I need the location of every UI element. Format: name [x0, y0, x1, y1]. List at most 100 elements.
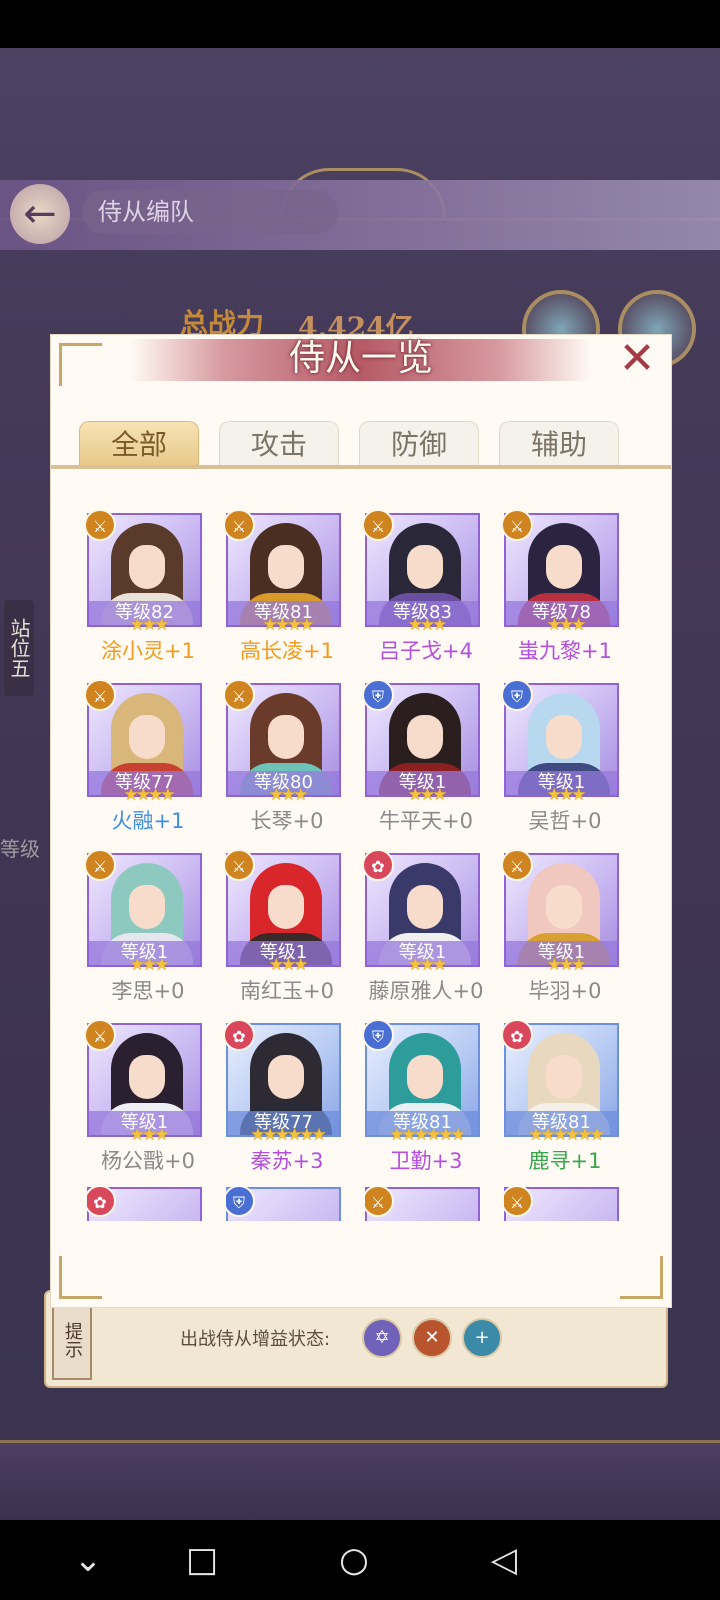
star-rating: ★★★	[129, 615, 170, 635]
portrait-face	[129, 1055, 165, 1099]
servant-name: 火融+1	[111, 809, 185, 833]
servant-list-modal: 侍从一览 ✕ 全部 攻击 防御 辅助 等级82 ⚔ ★★★ 涂小灵+1 等级81 ⚔ ★★★…	[50, 334, 672, 1308]
corner-ornament	[620, 1256, 663, 1299]
triangle-back-icon[interactable]: ◁	[484, 1540, 524, 1580]
star-rating: ★★★	[546, 785, 587, 805]
servant-card[interactable]: 等级1 ⚔ ★★★ 杨公戬+0	[67, 1015, 209, 1185]
portrait-face	[268, 885, 304, 929]
star-rating: ★★★	[546, 615, 587, 635]
servant-name: 南红玉+0	[240, 979, 334, 1003]
servant-card[interactable]: 等级1 ⚔ ★★★ 南红玉+0	[206, 845, 348, 1015]
servant-card[interactable]: 等级82 ⚔ ★★★ 涂小灵+1	[67, 505, 209, 675]
hint-button[interactable]: 提示	[52, 1300, 92, 1380]
crossed-swords-icon[interactable]: ✕	[412, 1318, 452, 1358]
sword-icon: ⚔	[84, 679, 116, 711]
star-rating: ★★★	[407, 785, 448, 805]
portrait-face	[268, 545, 304, 589]
servant-card[interactable]: 等级81 ✿ ★★★★★★ 鹿寻+1	[484, 1015, 626, 1185]
star-rating: ★★★★	[262, 615, 315, 635]
servant-name: 涂小灵+1	[101, 639, 195, 663]
chevron-down-icon[interactable]: ⌄	[68, 1540, 108, 1580]
system-nav-bar: ⌄ □ ○ ◁	[0, 1520, 720, 1600]
servant-name: 牛平天+0	[379, 809, 473, 833]
star-rating: ★★★	[129, 1125, 170, 1145]
close-button[interactable]: ✕	[613, 337, 661, 381]
lotus-icon: ✿	[223, 1019, 255, 1051]
sword-icon: ⚔	[223, 509, 255, 541]
portrait-face	[407, 1055, 443, 1099]
tabs-divider	[51, 465, 671, 469]
servant-card[interactable]: 等级1 ⚔ ★★★ 毕羽+0	[484, 845, 626, 1015]
portrait-face	[546, 1055, 582, 1099]
modal-title: 侍从一览	[288, 338, 433, 379]
shield-icon: ⛨	[501, 679, 533, 711]
magic-circle-icon[interactable]: ✡	[362, 1318, 402, 1358]
sword-icon: ⚔	[84, 849, 116, 881]
sword-icon: ⚔	[223, 849, 255, 881]
servant-card[interactable]: 等级83 ⚔ ★★★ 吕子戈+4	[345, 505, 487, 675]
servant-card[interactable]: 等级78 ⚔ ★★★ 蚩九黎+1	[484, 505, 626, 675]
servant-name: 长琴+0	[250, 809, 324, 833]
servant-name: 鹿寻+1	[528, 1149, 602, 1173]
servant-card-partial[interactable]: ✿	[87, 1187, 202, 1221]
servant-name: 毕羽+0	[528, 979, 602, 1003]
portrait-face	[268, 715, 304, 759]
servant-name: 杨公戬+0	[101, 1149, 195, 1173]
back-arrow-button[interactable]: ←	[10, 184, 70, 244]
servant-card[interactable]: 等级1 ⛨ ★★★ 吴哲+0	[484, 675, 626, 845]
tab-defense[interactable]: 防御	[359, 421, 479, 466]
servant-name: 吕子戈+4	[379, 639, 473, 663]
star-rating: ★★★	[129, 955, 170, 975]
servant-name: 李思+0	[111, 979, 185, 1003]
star-rating: ★★★★★★	[250, 1125, 326, 1145]
shield-plus-icon[interactable]: +	[462, 1318, 502, 1358]
portrait-face	[546, 545, 582, 589]
lotus-icon: ✿	[362, 849, 394, 881]
servant-card[interactable]: 等级77 ⚔ ★★★★ 火融+1	[67, 675, 209, 845]
portrait-face	[129, 885, 165, 929]
servant-card-partial[interactable]: ⛨	[226, 1187, 341, 1221]
servant-card[interactable]: 等级1 ⛨ ★★★ 牛平天+0	[345, 675, 487, 845]
servant-card[interactable]: 等级80 ⚔ ★★★ 长琴+0	[206, 675, 348, 845]
portrait-face	[407, 885, 443, 929]
servant-card[interactable]: 等级1 ⚔ ★★★ 李思+0	[67, 845, 209, 1015]
servant-card[interactable]: 等级1 ✿ ★★★ 藤原雅人+0	[345, 845, 487, 1015]
servant-card-partial[interactable]: ⚔	[365, 1187, 480, 1221]
servant-name: 吴哲+0	[528, 809, 602, 833]
circle-home-icon[interactable]: ○	[334, 1540, 374, 1580]
portrait-face	[546, 885, 582, 929]
portrait-face	[129, 545, 165, 589]
lotus-icon: ✿	[501, 1019, 533, 1051]
tab-attack[interactable]: 攻击	[219, 421, 339, 466]
servant-name: 藤原雅人+0	[368, 979, 484, 1003]
servant-card[interactable]: 等级81 ⛨ ★★★★★★ 卫勤+3	[345, 1015, 487, 1185]
square-recent-icon[interactable]: □	[182, 1540, 222, 1580]
sword-icon: ⚔	[362, 509, 394, 541]
star-rating: ★★★	[546, 955, 587, 975]
bottom-strip	[0, 1440, 720, 1520]
status-bar	[0, 0, 720, 48]
servant-name: 秦苏+3	[250, 1149, 324, 1173]
tab-all[interactable]: 全部	[79, 421, 199, 466]
star-rating: ★★★★★★	[389, 1125, 465, 1145]
star-rating: ★★★	[268, 785, 309, 805]
sword-icon: ⚔	[223, 679, 255, 711]
shield-icon: ⛨	[362, 679, 394, 711]
star-rating: ★★★	[407, 615, 448, 635]
servant-card-partial[interactable]: ⚔	[504, 1187, 619, 1221]
star-rating: ★★★★	[123, 785, 176, 805]
servant-card[interactable]: 等级81 ⚔ ★★★★ 高长凌+1	[206, 505, 348, 675]
servant-name: 高长凌+1	[240, 639, 334, 663]
station-five-tag[interactable]: 站位五	[4, 600, 34, 696]
portrait-face	[407, 545, 443, 589]
portrait-face	[129, 715, 165, 759]
tab-support[interactable]: 辅助	[499, 421, 619, 466]
portrait-face	[268, 1055, 304, 1099]
sword-icon: ⚔	[501, 849, 533, 881]
sword-icon: ⚔	[84, 509, 116, 541]
corner-ornament	[59, 1256, 102, 1299]
servant-name: 蚩九黎+1	[518, 639, 612, 663]
sword-icon: ⚔	[84, 1019, 116, 1051]
servant-card[interactable]: 等级77 ✿ ★★★★★★ 秦苏+3	[206, 1015, 348, 1185]
portrait-face	[407, 715, 443, 759]
